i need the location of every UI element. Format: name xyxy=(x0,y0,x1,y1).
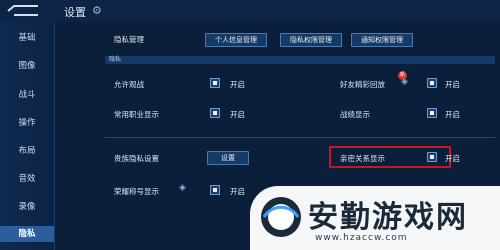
noble-privacy-label: 贵族隐私设置 xyxy=(114,154,159,163)
honor-title-checkbox[interactable] xyxy=(210,185,220,195)
sidebar-item-battle[interactable]: 战斗 xyxy=(0,88,54,100)
privacy-permission-button[interactable]: 隐私权限管理 xyxy=(280,33,342,47)
common-role-checkbox[interactable] xyxy=(210,108,220,118)
sidebar-item-control[interactable]: 操作 xyxy=(0,116,54,128)
battle-record-label: 战绩显示 xyxy=(340,110,370,119)
friend-replay-checkbox[interactable] xyxy=(427,78,437,88)
back-arrow-icon[interactable] xyxy=(6,3,40,17)
sidebar-item-basic[interactable]: 基础 xyxy=(0,31,54,43)
privacy-manage-label: 隐私管理 xyxy=(114,35,144,44)
info-icon: ◈ xyxy=(179,183,186,193)
allow-spectate-on-label: 开启 xyxy=(230,80,245,89)
notification-permission-button[interactable]: 通知权限管理 xyxy=(351,33,413,47)
battle-record-on-label: 开启 xyxy=(445,110,460,119)
section-label: 隐私 xyxy=(109,56,122,63)
sidebar-item-audio[interactable]: 音效 xyxy=(0,172,54,184)
sidebar-item-image[interactable]: 图像 xyxy=(0,59,54,71)
sidebar: 基础 图像 战斗 操作 布局 音效 录像 隐私 xyxy=(0,22,55,250)
personal-info-button[interactable]: 个人信息管理 xyxy=(205,33,267,47)
gear-icon: ⚙ xyxy=(92,4,102,17)
honor-title-label: 荣耀称号显示 xyxy=(114,187,159,196)
sidebar-item-privacy[interactable]: 隐私 xyxy=(0,226,54,242)
friend-replay-label: 好友精彩回放 xyxy=(340,80,385,89)
sidebar-item-replay[interactable]: 录像 xyxy=(0,200,54,212)
relation-display-checkbox[interactable] xyxy=(427,152,437,162)
noble-settings-button[interactable]: 设置 xyxy=(207,151,249,165)
section-header xyxy=(105,56,495,64)
honor-title-on-label: 开启 xyxy=(230,187,245,196)
watermark-logo xyxy=(261,197,301,237)
watermark-url: www.hzaccw.com xyxy=(315,233,408,243)
page-title: 设置 xyxy=(64,6,86,19)
friend-replay-on-label: 开启 xyxy=(445,80,460,89)
sidebar-item-layout[interactable]: 布局 xyxy=(0,144,54,156)
common-role-label: 常用职业显示 xyxy=(114,110,159,119)
relation-display-label: 亲密关系显示 xyxy=(340,154,385,163)
divider xyxy=(105,137,495,138)
watermark-text: 安勤游戏网 xyxy=(308,200,468,235)
info-icon: ◈ xyxy=(401,77,408,87)
relation-display-on-label: 开启 xyxy=(445,154,460,163)
battle-record-checkbox[interactable] xyxy=(427,108,437,118)
allow-spectate-checkbox[interactable] xyxy=(210,78,220,88)
allow-spectate-label: 允许观战 xyxy=(114,80,144,89)
common-role-on-label: 开启 xyxy=(230,110,245,119)
